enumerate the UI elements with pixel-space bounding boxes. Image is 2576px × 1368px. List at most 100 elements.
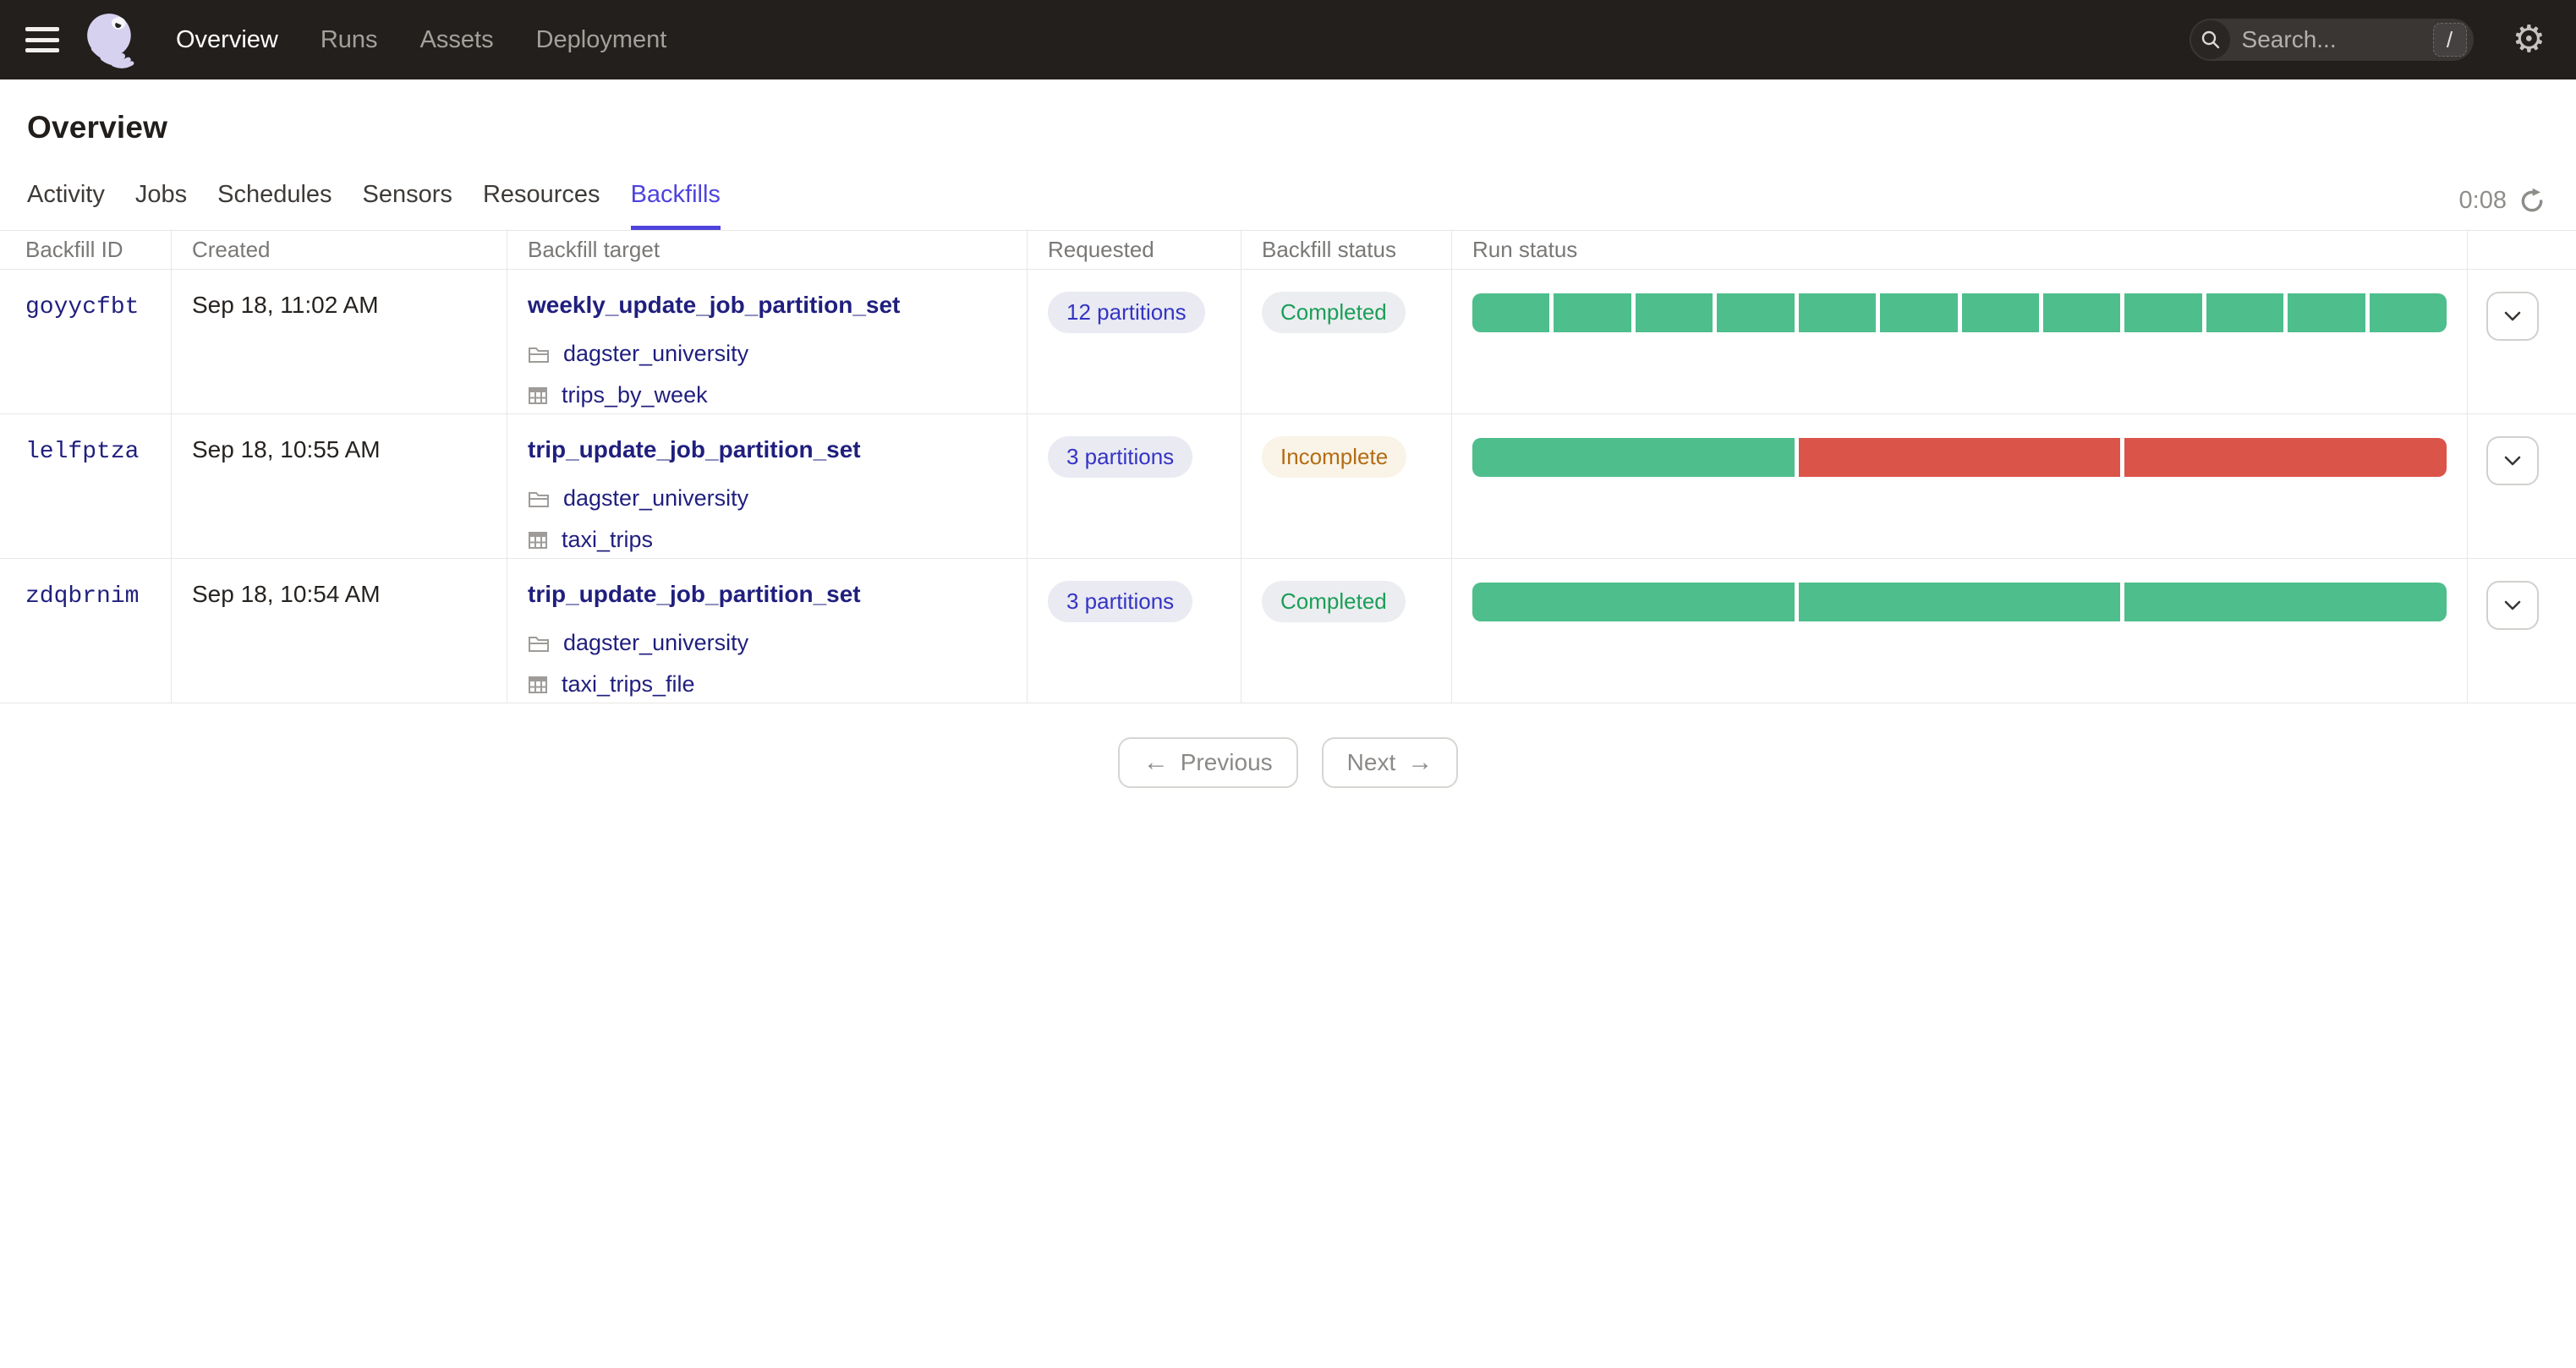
previous-page-button[interactable]: ← Previous <box>1117 737 1298 788</box>
backfill-target-link[interactable]: trip_update_job_partition_set <box>528 436 861 463</box>
global-search[interactable]: / <box>2189 19 2474 61</box>
run-segment-success[interactable] <box>2369 293 2447 332</box>
nav-item-overview[interactable]: Overview <box>176 26 278 54</box>
chevron-down-icon <box>2504 311 2521 321</box>
pagination: ← Previous Next → <box>0 737 2576 788</box>
created-timestamp: Sep 18, 11:02 AM <box>192 292 379 318</box>
run-segment-success[interactable] <box>1798 583 2121 621</box>
tab-resources[interactable]: Resources <box>483 181 600 230</box>
previous-page-label: Previous <box>1180 749 1273 775</box>
backfill-target-cell: trip_update_job_partition_set dagster_un… <box>507 414 1028 558</box>
run-segment-success[interactable] <box>1554 293 1631 332</box>
refresh-icon[interactable] <box>2518 188 2546 215</box>
created-cell: Sep 18, 11:02 AM <box>172 270 507 413</box>
run-status-cell <box>1452 559 2468 703</box>
refresh-countdown: 0:08 <box>2458 187 2507 214</box>
nav-item-deployment[interactable]: Deployment <box>536 26 667 54</box>
col-header-requested: Requested <box>1028 231 1241 269</box>
nav-item-runs[interactable]: Runs <box>321 26 378 54</box>
row-actions-button[interactable] <box>2486 436 2539 485</box>
backfill-target-link[interactable]: trip_update_job_partition_set <box>528 581 861 608</box>
backfill-id-link[interactable]: lelfptza <box>25 439 139 465</box>
chevron-down-icon <box>2504 600 2521 610</box>
folder-icon <box>529 347 549 363</box>
asset-link[interactable]: trips_by_week <box>562 382 708 408</box>
search-input[interactable] <box>2229 26 2433 53</box>
backfill-id-cell: goyycfbt <box>0 270 172 413</box>
search-shortcut-key: / <box>2432 23 2467 57</box>
dagster-logo[interactable] <box>83 10 139 69</box>
run-segment-success[interactable] <box>1635 293 1713 332</box>
requested-cell: 3 partitions <box>1028 559 1241 703</box>
tab-activity[interactable]: Activity <box>27 181 105 230</box>
backfill-id-link[interactable]: goyycfbt <box>25 294 139 320</box>
backfill-id-cell: zdqbrnim <box>0 559 172 703</box>
repository-link[interactable]: dagster_university <box>563 341 748 367</box>
run-segment-failure[interactable] <box>1798 438 2121 477</box>
backfill-status-badge: Completed <box>1262 581 1406 622</box>
backfill-id-link[interactable]: zdqbrnim <box>25 583 139 610</box>
asset-link[interactable]: taxi_trips <box>562 527 653 553</box>
run-segment-success[interactable] <box>1961 293 2039 332</box>
tab-sensors[interactable]: Sensors <box>363 181 452 230</box>
created-cell: Sep 18, 10:55 AM <box>172 414 507 558</box>
backfill-status-cell: Completed <box>1241 270 1452 413</box>
actions-cell <box>2468 414 2576 558</box>
page-title: Overview <box>27 110 168 145</box>
col-header-actions <box>2468 231 2576 269</box>
run-segment-success[interactable] <box>2206 293 2284 332</box>
run-segment-success[interactable] <box>1472 438 1795 477</box>
run-status-cell <box>1452 414 2468 558</box>
run-status-cell <box>1452 270 2468 413</box>
next-page-label: Next <box>1346 749 1396 775</box>
menu-icon[interactable] <box>25 27 59 52</box>
requested-cell: 12 partitions <box>1028 270 1241 413</box>
requested-cell: 3 partitions <box>1028 414 1241 558</box>
backfill-target-cell: trip_update_job_partition_set dagster_un… <box>507 559 1028 703</box>
table-row: lelfptza Sep 18, 10:55 AM trip_update_jo… <box>0 414 2576 559</box>
backfill-status-badge: Incomplete <box>1262 436 1407 478</box>
created-cell: Sep 18, 10:54 AM <box>172 559 507 703</box>
run-segment-success[interactable] <box>2042 293 2121 332</box>
repository-link[interactable]: dagster_university <box>563 630 748 656</box>
run-segment-success[interactable] <box>2288 293 2365 332</box>
tab-schedules[interactable]: Schedules <box>217 181 332 230</box>
next-page-button[interactable]: Next → <box>1321 737 1459 788</box>
run-segment-success[interactable] <box>1472 583 1795 621</box>
col-header-backfill-status: Backfill status <box>1241 231 1452 269</box>
run-segment-success[interactable] <box>1880 293 1958 332</box>
backfill-target-link[interactable]: weekly_update_job_partition_set <box>528 292 900 319</box>
run-segment-success[interactable] <box>1717 293 1795 332</box>
asset-link[interactable]: taxi_trips_file <box>562 671 695 698</box>
arrow-right-icon: → <box>1407 748 1433 776</box>
run-segment-success[interactable] <box>2124 293 2202 332</box>
table-row: goyycfbt Sep 18, 11:02 AM weekly_update_… <box>0 270 2576 414</box>
backfill-status-cell: Completed <box>1241 559 1452 703</box>
run-segment-success[interactable] <box>1472 293 1550 332</box>
created-timestamp: Sep 18, 10:55 AM <box>192 436 381 462</box>
run-status-bar <box>1472 293 2447 332</box>
repository-link[interactable]: dagster_university <box>563 485 748 512</box>
table-row: zdqbrnim Sep 18, 10:54 AM trip_update_jo… <box>0 559 2576 703</box>
gear-icon[interactable]: ⚙ <box>2513 21 2546 58</box>
tab-jobs[interactable]: Jobs <box>135 181 187 230</box>
actions-cell <box>2468 559 2576 703</box>
run-segment-failure[interactable] <box>2124 438 2447 477</box>
run-segment-success[interactable] <box>2124 583 2447 621</box>
col-header-backfill-target: Backfill target <box>507 231 1028 269</box>
tab-backfills[interactable]: Backfills <box>630 181 721 230</box>
nav-item-assets[interactable]: Assets <box>420 26 494 54</box>
actions-cell <box>2468 270 2576 413</box>
table-body: goyycfbt Sep 18, 11:02 AM weekly_update_… <box>0 270 2576 703</box>
row-actions-button[interactable] <box>2486 292 2539 341</box>
backfill-target-cell: weekly_update_job_partition_set dagster_… <box>507 270 1028 413</box>
run-status-bar <box>1472 583 2447 621</box>
folder-icon <box>529 636 549 652</box>
backfill-id-cell: lelfptza <box>0 414 172 558</box>
run-segment-success[interactable] <box>1798 293 1877 332</box>
run-status-bar <box>1472 438 2447 477</box>
table-grid-icon <box>529 386 547 404</box>
backfill-status-badge: Completed <box>1262 292 1406 333</box>
row-actions-button[interactable] <box>2486 581 2539 630</box>
folder-icon <box>529 491 549 507</box>
